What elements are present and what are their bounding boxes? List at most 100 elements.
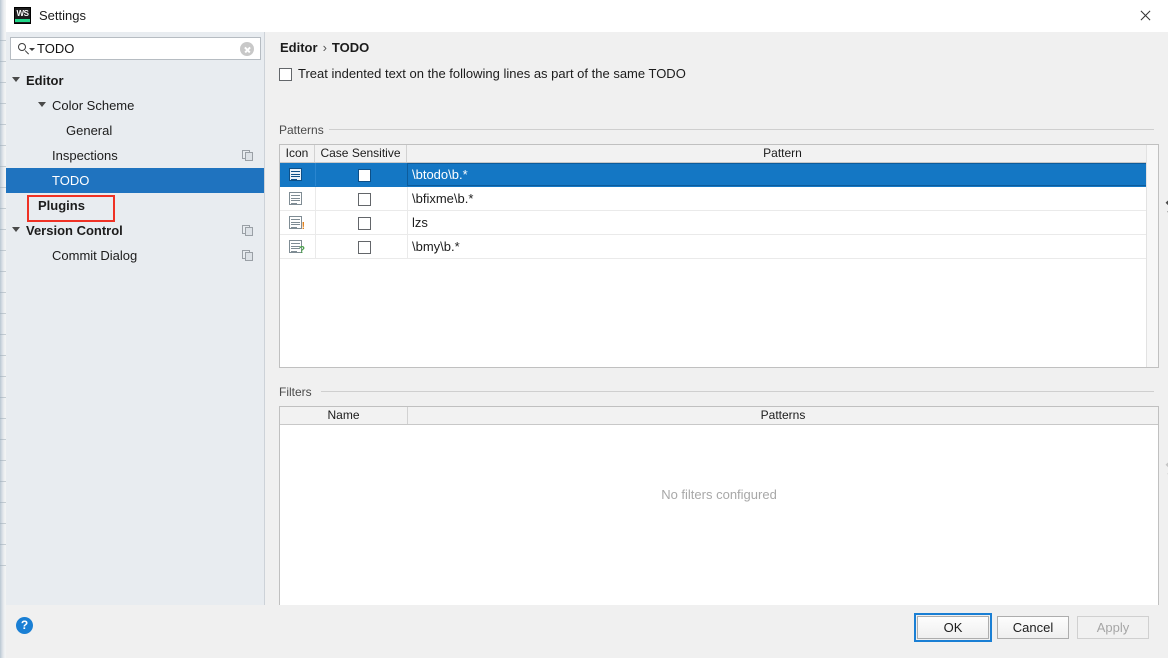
breadcrumb: Editor › TODO bbox=[280, 40, 369, 55]
filters-col-name[interactable]: Name bbox=[280, 407, 408, 424]
patterns-toolbar bbox=[1163, 144, 1168, 219]
todo-doc-icon bbox=[289, 168, 303, 182]
plus-icon bbox=[1163, 144, 1168, 169]
sidebar-item-editor[interactable]: Editor bbox=[6, 68, 264, 93]
case-sensitive-cell[interactable] bbox=[315, 163, 408, 186]
case-sensitive-checkbox[interactable] bbox=[358, 193, 371, 206]
pattern-value[interactable]: \bfixme\b.* bbox=[407, 187, 1158, 210]
sidebar-item-commit-dialog[interactable]: Commit Dialog bbox=[6, 243, 264, 268]
edit-pattern-button[interactable] bbox=[1163, 194, 1168, 219]
title-bar: WS Settings bbox=[6, 0, 1168, 33]
ok-button[interactable]: OK bbox=[914, 613, 992, 642]
sidebar-item-label: Version Control bbox=[26, 223, 123, 238]
apply-button: Apply bbox=[1077, 616, 1149, 639]
table-row[interactable]: \bfixme\b.* bbox=[280, 187, 1158, 211]
case-sensitive-checkbox[interactable] bbox=[358, 241, 371, 254]
copy-icon[interactable] bbox=[242, 250, 253, 261]
doc-warning-icon: ! bbox=[289, 216, 305, 232]
search-input[interactable]: TODO bbox=[10, 37, 261, 60]
close-icon[interactable] bbox=[1123, 0, 1168, 31]
sidebar-item-general[interactable]: General bbox=[6, 118, 264, 143]
copy-icon[interactable] bbox=[242, 225, 253, 236]
dialog-footer: ? OK Cancel Apply bbox=[6, 605, 1168, 658]
window-title: Settings bbox=[39, 8, 86, 23]
sidebar-item-label: Inspections bbox=[52, 148, 118, 163]
search-icon[interactable] bbox=[18, 43, 35, 56]
sidebar-item-plugins[interactable]: Plugins bbox=[6, 193, 264, 218]
settings-dialog: WS Settings TODO Editor Color Scheme Gener… bbox=[0, 0, 1168, 658]
case-sensitive-cell[interactable] bbox=[315, 235, 408, 258]
sidebar-item-inspections[interactable]: Inspections bbox=[6, 143, 264, 168]
pencil-icon bbox=[1163, 456, 1168, 481]
patterns-col-pattern[interactable]: Pattern bbox=[407, 145, 1158, 162]
sidebar-item-label: Color Scheme bbox=[52, 98, 135, 113]
patterns-row-list: \btodo\b.* \bfixme\b.*! lzs? \bmy\b.* bbox=[280, 163, 1158, 259]
minus-icon bbox=[1163, 169, 1168, 194]
chevron-down-icon[interactable] bbox=[38, 102, 47, 108]
patterns-group-divider bbox=[329, 129, 1154, 130]
chevron-down-icon[interactable] bbox=[12, 77, 21, 83]
settings-sidebar: TODO Editor Color Scheme General Inspection… bbox=[6, 32, 265, 605]
filters-group-label: Filters bbox=[279, 385, 318, 399]
sidebar-item-label: Commit Dialog bbox=[52, 248, 138, 263]
pattern-value[interactable]: \btodo\b.* bbox=[407, 163, 1158, 186]
plus-icon bbox=[1163, 406, 1168, 431]
webstorm-logo-icon: WS bbox=[14, 7, 31, 24]
filters-toolbar bbox=[1163, 406, 1168, 481]
breadcrumb-current: TODO bbox=[331, 40, 370, 55]
patterns-col-icon[interactable]: Icon bbox=[280, 145, 315, 162]
case-sensitive-checkbox[interactable] bbox=[358, 169, 371, 182]
case-sensitive-cell[interactable] bbox=[315, 187, 408, 210]
doc-lines-icon bbox=[289, 192, 303, 206]
pattern-icon-cell: ! bbox=[280, 211, 316, 234]
filters-table: Name Patterns No filters configured bbox=[279, 406, 1159, 630]
doc-question-icon: ? bbox=[289, 240, 305, 256]
case-sensitive-cell[interactable] bbox=[315, 211, 408, 234]
filters-table-header: Name Patterns bbox=[280, 407, 1158, 425]
patterns-table: Icon Case Sensitive Pattern \btodo\b.* \b… bbox=[279, 144, 1159, 368]
sidebar-item-label: Plugins bbox=[38, 198, 85, 213]
pattern-icon-cell: ? bbox=[280, 235, 316, 258]
treat-indented-text-checkbox[interactable] bbox=[279, 68, 292, 81]
cancel-button[interactable]: Cancel bbox=[997, 616, 1069, 639]
breadcrumb-separator: › bbox=[322, 40, 327, 55]
todo-settings-pane: Editor › TODO Treat indented text on the f… bbox=[266, 32, 1168, 630]
settings-tree: Editor Color Scheme General Inspections TODO… bbox=[6, 68, 264, 605]
logo-accent-bar bbox=[15, 19, 30, 22]
pencil-icon bbox=[1163, 194, 1168, 219]
table-row[interactable]: \btodo\b.* bbox=[280, 163, 1158, 187]
clear-icon[interactable] bbox=[240, 42, 254, 56]
copy-icon[interactable] bbox=[242, 150, 253, 161]
patterns-group-label: Patterns bbox=[279, 123, 330, 137]
sidebar-item-color-scheme[interactable]: Color Scheme bbox=[6, 93, 264, 118]
breadcrumb-parent[interactable]: Editor bbox=[280, 40, 318, 55]
search-field-wrapper: TODO bbox=[10, 37, 261, 60]
logo-text: WS bbox=[16, 9, 29, 18]
sidebar-item-label: TODO bbox=[52, 173, 90, 188]
table-row[interactable]: ! lzs bbox=[280, 211, 1158, 235]
filters-col-patterns[interactable]: Patterns bbox=[408, 407, 1158, 424]
patterns-col-case[interactable]: Case Sensitive bbox=[315, 145, 407, 162]
minus-icon bbox=[1163, 431, 1168, 456]
pattern-icon-cell bbox=[280, 163, 316, 186]
sidebar-item-label: Editor bbox=[26, 73, 64, 88]
help-icon[interactable]: ? bbox=[16, 617, 33, 634]
patterns-vertical-scrollbar[interactable] bbox=[1146, 145, 1158, 367]
remove-filter-button bbox=[1163, 431, 1168, 456]
dialog-content: TODO Editor Color Scheme General Inspection… bbox=[6, 32, 1168, 658]
pattern-icon-cell bbox=[280, 187, 316, 210]
filters-group-divider bbox=[321, 391, 1154, 392]
chevron-down-icon[interactable] bbox=[12, 227, 21, 233]
add-pattern-button[interactable] bbox=[1163, 144, 1168, 169]
treat-indented-text-label: Treat indented text on the following lin… bbox=[298, 66, 686, 81]
sidebar-item-todo[interactable]: TODO bbox=[6, 168, 264, 193]
remove-pattern-button[interactable] bbox=[1163, 169, 1168, 194]
sidebar-item-version-control[interactable]: Version Control bbox=[6, 218, 264, 243]
table-row[interactable]: ? \bmy\b.* bbox=[280, 235, 1158, 259]
case-sensitive-checkbox[interactable] bbox=[358, 217, 371, 230]
patterns-table-header: Icon Case Sensitive Pattern bbox=[280, 145, 1158, 163]
add-filter-button[interactable] bbox=[1163, 406, 1168, 431]
filters-empty-message: No filters configured bbox=[661, 487, 777, 502]
pattern-value[interactable]: \bmy\b.* bbox=[407, 235, 1158, 258]
pattern-value[interactable]: lzs bbox=[407, 211, 1158, 234]
